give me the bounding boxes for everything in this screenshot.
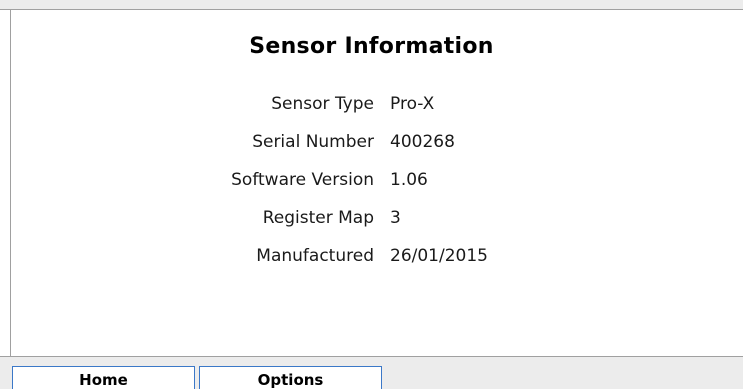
software-version-value: 1.06 xyxy=(390,170,428,190)
info-row-register-map: Register Map 3 xyxy=(0,208,743,246)
manufactured-label: Manufactured xyxy=(256,246,374,266)
register-map-label: Register Map xyxy=(262,208,374,228)
info-row-software-version: Software Version 1.06 xyxy=(0,170,743,208)
sensor-info-screen: Sensor Information Sensor Type Pro-X Ser… xyxy=(0,0,743,389)
tab-home[interactable]: Home xyxy=(12,366,195,389)
serial-number-label: Serial Number xyxy=(252,132,374,152)
page-title: Sensor Information xyxy=(249,34,494,59)
serial-number-value: 400268 xyxy=(390,132,455,152)
info-row-manufactured: Manufactured 26/01/2015 xyxy=(0,246,743,284)
info-row-sensor-type: Sensor Type Pro-X xyxy=(0,94,743,132)
register-map-value: 3 xyxy=(390,208,401,228)
info-rows: Sensor Type Pro-X Serial Number 400268 S… xyxy=(0,94,743,284)
top-frame xyxy=(0,0,743,10)
tab-options[interactable]: Options xyxy=(199,366,382,389)
software-version-label: Software Version xyxy=(231,170,374,190)
sensor-type-label: Sensor Type xyxy=(271,94,374,114)
sensor-type-value: Pro-X xyxy=(390,94,435,114)
info-row-serial-number: Serial Number 400268 xyxy=(0,132,743,170)
manufactured-value: 26/01/2015 xyxy=(390,246,488,266)
